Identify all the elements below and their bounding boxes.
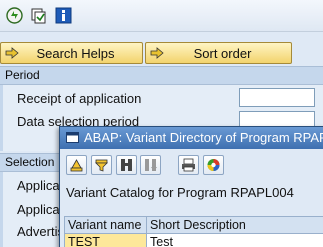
receipt-of-application-label: Receipt of application xyxy=(17,91,142,106)
variant-catalog-caption: Variant Catalog for Program RPAPL004 xyxy=(66,185,294,200)
dialog-title-bar[interactable]: ABAP: Variant Directory of Program RPAPL xyxy=(60,127,323,149)
period-section-header: Period xyxy=(0,66,323,85)
get-variant-icon[interactable] xyxy=(29,7,47,24)
execute-icon[interactable] xyxy=(5,7,23,24)
dialog-title: ABAP: Variant Directory of Program RPAPL xyxy=(84,130,323,145)
search-helps-label: Search Helps xyxy=(36,45,115,61)
window-icon xyxy=(66,132,79,143)
period-section-title: Period xyxy=(5,68,40,82)
filter-icon[interactable] xyxy=(91,155,112,175)
print-icon[interactable] xyxy=(178,155,199,175)
column-variant-name[interactable]: Variant name xyxy=(65,217,147,233)
variant-table-header: Variant name Short Description xyxy=(64,216,323,234)
details-icon[interactable] xyxy=(66,155,87,175)
application-toolbar xyxy=(0,0,323,32)
search-helps-button[interactable]: Search Helps xyxy=(0,42,143,64)
find-icon[interactable] xyxy=(116,155,137,175)
info-icon[interactable] xyxy=(54,7,72,24)
table-row[interactable]: TEST Test xyxy=(64,234,323,247)
arrow-right-icon xyxy=(150,47,164,59)
sort-order-button[interactable]: Sort order xyxy=(145,42,292,64)
variant-directory-dialog: ABAP: Variant Directory of Program RPAPL xyxy=(59,126,323,247)
short-description-cell[interactable]: Test xyxy=(147,234,323,247)
find-next-icon[interactable] xyxy=(140,155,161,175)
selection-section-title: Selection xyxy=(5,155,55,169)
arrow-right-icon xyxy=(5,47,19,59)
column-short-description[interactable]: Short Description xyxy=(147,217,323,233)
receipt-of-application-input[interactable] xyxy=(239,88,315,107)
color-icon[interactable] xyxy=(203,155,224,175)
dialog-toolbar xyxy=(60,149,323,179)
sort-order-label: Sort order xyxy=(193,45,252,61)
button-row: Search Helps Sort order xyxy=(0,32,323,66)
advertisement-label: Advertis xyxy=(17,224,64,239)
variant-name-cell[interactable]: TEST xyxy=(65,234,147,247)
